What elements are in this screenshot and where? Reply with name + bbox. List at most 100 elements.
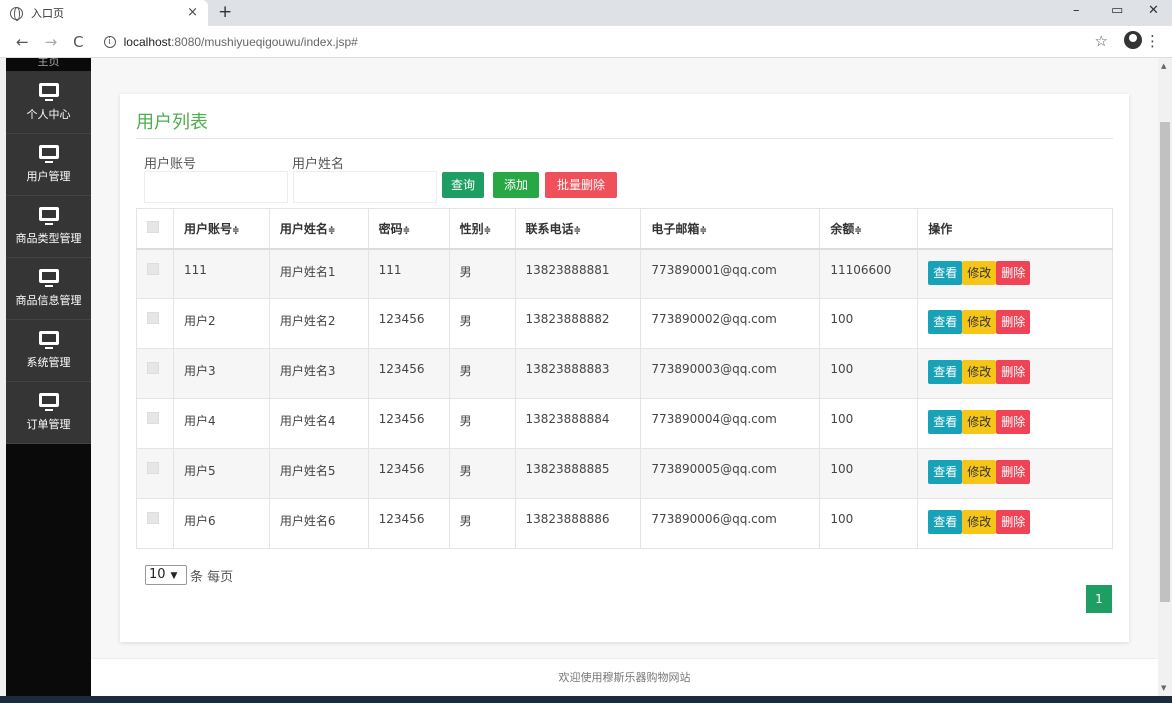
cell-name: 用户姓名6 [268,498,369,549]
column-header-balance[interactable]: 余额≑ [819,208,919,250]
delete-button[interactable]: 删除 [996,310,1031,334]
row-checkbox[interactable] [147,512,159,524]
cell-balance: 100 [819,298,919,349]
cell-balance: 11106600 [819,248,919,299]
column-header-actions: 操作 [917,208,1113,250]
cell-email: 773890004@qq.com [640,398,821,449]
add-button[interactable]: 添加 [493,172,539,198]
column-header-label: 余额 [830,221,855,236]
forward-icon[interactable]: → [45,33,58,51]
column-header-label: 用户姓名 [279,221,328,236]
edit-button[interactable]: 修改 [962,460,997,484]
column-header-label: 密码 [378,221,403,236]
scroll-down-icon[interactable]: ▼ [1161,684,1166,692]
sort-icon[interactable]: ≑ [232,226,240,236]
restore-button[interactable]: ▭ [1111,3,1123,18]
cell-phone: 13823888881 [514,248,642,299]
row-checkbox-cell[interactable] [136,248,174,299]
name-filter-label: 用户姓名 [292,157,345,172]
delete-button[interactable]: 删除 [996,410,1031,434]
view-button[interactable]: 查看 [928,510,963,534]
account-icon[interactable] [1124,31,1142,49]
row-checkbox[interactable] [147,412,159,424]
row-checkbox-cell[interactable] [136,498,174,549]
row-checkbox-cell[interactable] [136,348,174,399]
back-icon[interactable]: ← [16,33,29,51]
row-checkbox-cell[interactable] [136,448,174,499]
cell-name: 用户姓名1 [268,248,369,299]
chevron-down-icon: ▼ [170,571,178,581]
row-checkbox[interactable] [147,362,159,374]
sidebar-item-order-management[interactable]: 订单管理 [6,382,91,444]
sort-icon[interactable]: ≑ [484,226,492,236]
row-checkbox[interactable] [147,312,159,324]
main-content: 用户列表 用户账号 用户姓名 查询 添加 批量删除 用户账号≑ 用户姓名≑ 密码… [91,58,1158,698]
sort-icon[interactable]: ≑ [574,226,582,236]
page-1-button[interactable]: 1 [1086,585,1112,613]
view-button[interactable]: 查看 [928,360,963,384]
column-header-name[interactable]: 用户姓名≑ [268,208,369,250]
browser-tab[interactable]: 入口页 × [0,0,208,26]
sidebar: 主页 个人中心 用户管理 商品类型管理 商品信息管理 系统管理 订单管理 [6,58,91,703]
delete-button[interactable]: 删除 [996,260,1031,285]
search-button[interactable]: 查询 [442,172,484,198]
view-button[interactable]: 查看 [928,460,963,484]
view-button[interactable]: 查看 [928,260,963,285]
cell-gender: 男 [448,298,516,349]
column-header-gender[interactable]: 性别≑ [448,208,516,250]
row-checkbox[interactable] [147,462,159,474]
row-checkbox[interactable] [147,262,159,275]
delete-button[interactable]: 删除 [996,360,1031,384]
name-filter-input[interactable] [293,171,437,203]
select-all-cell[interactable] [136,208,174,250]
sidebar-item-product-type-management[interactable]: 商品类型管理 [6,196,91,258]
scroll-up-icon[interactable]: ▲ [1161,62,1166,70]
delete-button[interactable]: 删除 [996,460,1031,484]
view-button[interactable]: 查看 [928,310,963,334]
tab-close-button[interactable]: × [187,5,198,20]
delete-button[interactable]: 删除 [996,510,1031,534]
edit-button[interactable]: 修改 [962,410,997,434]
monitor-icon [38,331,59,349]
column-header-label: 性别 [459,221,484,236]
close-window-button[interactable]: ✕ [1148,3,1159,18]
url-field[interactable]: localhost:8080/mushiyueqigouwu/index.jsp… [124,35,358,49]
sort-icon[interactable]: ≑ [403,226,411,236]
column-header-email[interactable]: 电子邮箱≑ [640,208,821,250]
reload-icon[interactable]: C [73,33,83,51]
select-all-checkbox[interactable] [147,220,159,233]
bookmark-star-icon[interactable]: ☆ [1095,32,1108,50]
footer: 欢迎使用穆斯乐器购物网站 [91,658,1158,696]
edit-button[interactable]: 修改 [962,360,997,384]
sidebar-item-system-management[interactable]: 系统管理 [6,320,91,382]
per-page-suffix: 条 每页 [190,569,234,585]
minimize-button[interactable]: – [1073,3,1080,18]
per-page-select[interactable]: 10 ▼ [145,565,187,585]
column-header-password[interactable]: 密码≑ [367,208,450,250]
menu-kebab-icon[interactable]: ⋮ [1145,32,1160,50]
column-header-account[interactable]: 用户账号≑ [172,208,270,250]
sidebar-item-home-partial[interactable]: 主页 [6,58,91,72]
sidebar-item-product-info-management[interactable]: 商品信息管理 [6,258,91,320]
scrollbar-thumb[interactable] [1160,122,1170,602]
vertical-scrollbar[interactable]: ▲ ▼ [1158,58,1172,698]
account-filter-input[interactable] [144,171,288,203]
batch-delete-button[interactable]: 批量删除 [545,172,617,198]
info-icon[interactable]: i [103,35,116,48]
view-button[interactable]: 查看 [928,410,963,434]
cell-actions: 查看 修改 删除 [917,398,1113,449]
user-table: 用户账号≑ 用户姓名≑ 密码≑ 性别≑ 联系电话≑ 电子邮箱≑ 余额≑ 操作 1… [136,208,1113,549]
column-header-phone[interactable]: 联系电话≑ [514,208,642,250]
edit-button[interactable]: 修改 [962,510,997,534]
sort-icon[interactable]: ≑ [328,226,336,236]
edit-button[interactable]: 修改 [962,260,997,285]
row-checkbox-cell[interactable] [136,398,174,449]
row-checkbox-cell[interactable] [136,298,174,349]
sidebar-item-personal-center[interactable]: 个人中心 [6,72,91,134]
table-row: 用户4 用户姓名4 123456 男 13823888884 773890004… [136,398,1113,449]
edit-button[interactable]: 修改 [962,310,997,334]
new-tab-button[interactable]: + [218,2,232,22]
sidebar-item-user-management[interactable]: 用户管理 [6,134,91,196]
sort-icon[interactable]: ≑ [699,226,707,236]
sort-icon[interactable]: ≑ [854,226,862,236]
